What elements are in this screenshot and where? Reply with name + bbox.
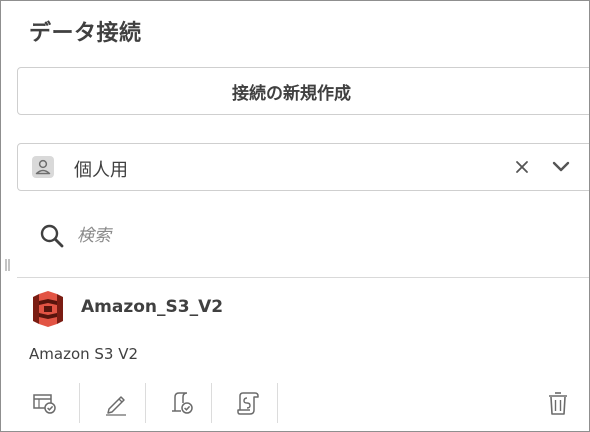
edit-icon[interactable]: [95, 383, 137, 423]
chevron-down-icon[interactable]: [548, 154, 574, 180]
data-load-script-icon[interactable]: [227, 383, 269, 423]
space-selector[interactable]: 個人用: [17, 143, 589, 191]
panel-title: データ接続: [29, 21, 142, 46]
action-separator: [79, 383, 80, 423]
connection-name[interactable]: Amazon_S3_V2: [81, 297, 223, 317]
search-bar: [17, 209, 577, 263]
amazon-s3-icon: [31, 291, 65, 327]
clear-icon[interactable]: [510, 154, 534, 180]
create-connection-button[interactable]: 接続の新規作成: [17, 67, 589, 115]
action-separator: [145, 383, 146, 423]
divider: [17, 277, 589, 278]
action-separator: [211, 383, 212, 423]
select-data-icon[interactable]: [23, 383, 65, 423]
space-selector-value: 個人用: [74, 160, 128, 181]
test-connection-icon[interactable]: [161, 383, 203, 423]
search-icon: [39, 223, 65, 249]
data-connections-panel: データ接続 接続の新規作成 個人用 検索 Amazon_S3_V2 Amazon…: [0, 0, 590, 432]
resize-handle-icon[interactable]: [5, 259, 11, 271]
create-connection-label: 接続の新規作成: [232, 83, 351, 104]
trash-icon[interactable]: [537, 383, 579, 423]
connection-type: Amazon S3 V2: [29, 345, 139, 363]
action-separator: [277, 383, 278, 423]
connection-actions: [21, 383, 581, 423]
person-icon: [32, 156, 54, 178]
search-input[interactable]: [77, 221, 557, 251]
